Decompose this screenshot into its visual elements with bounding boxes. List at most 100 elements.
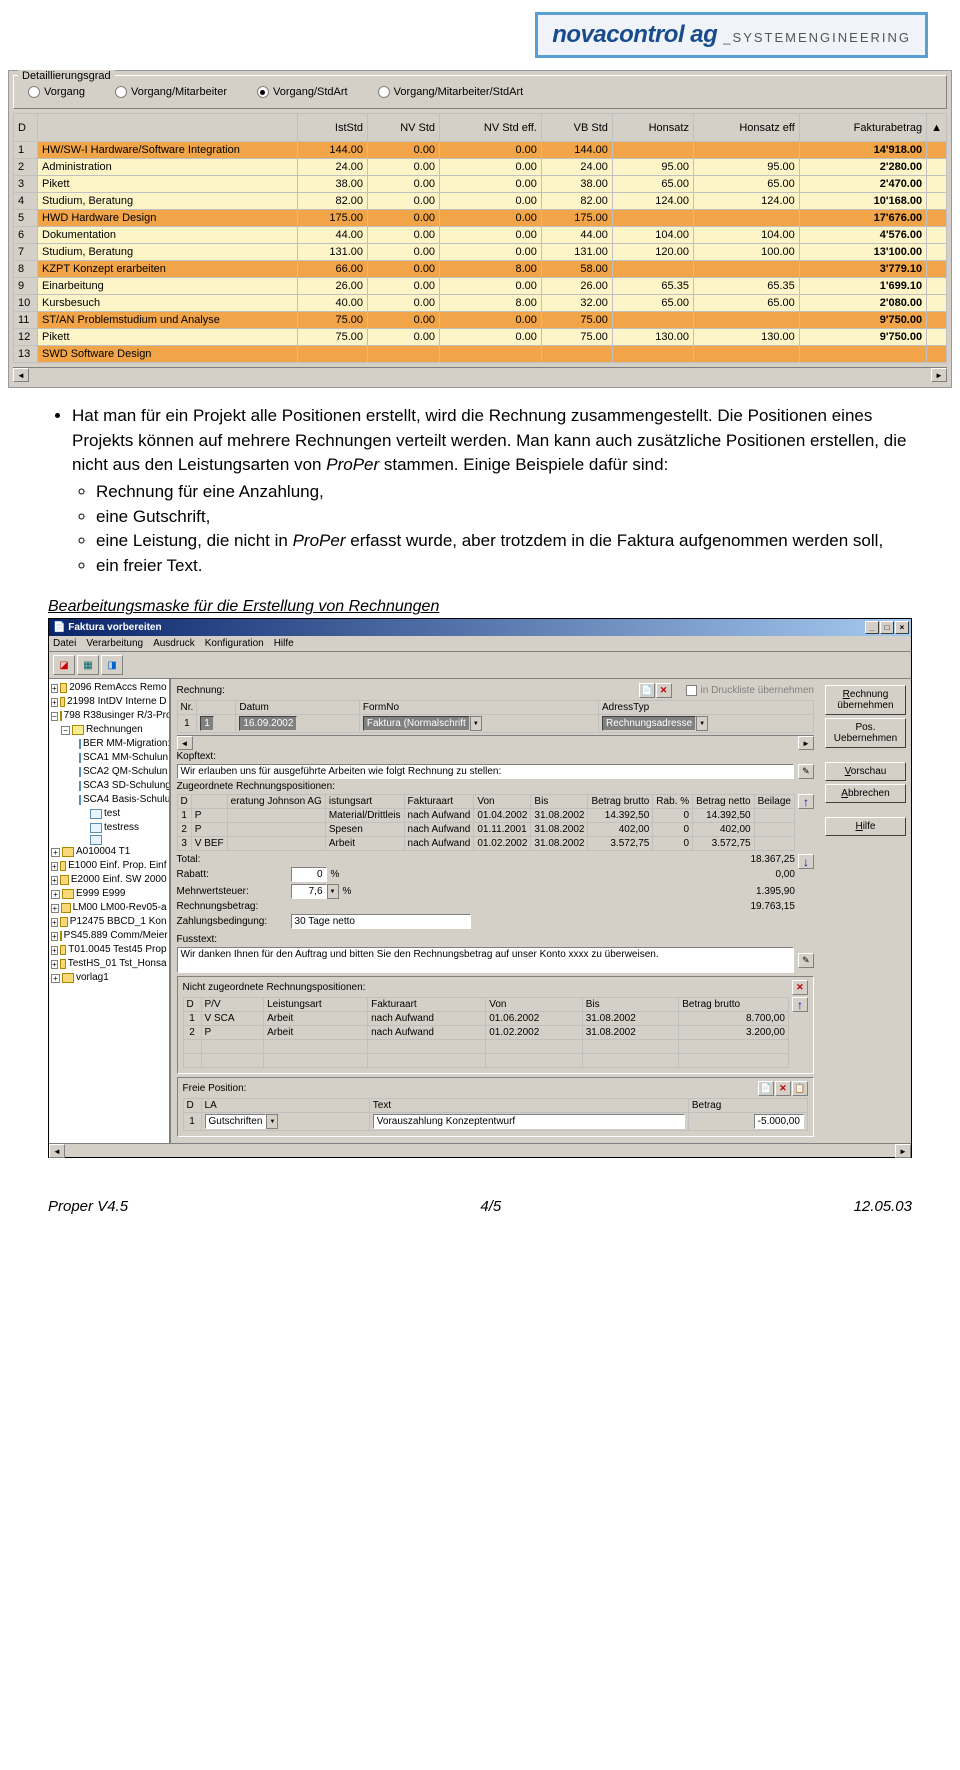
pos-uebernehmen-button[interactable]: Pos. Uebernehmen — [825, 718, 906, 748]
pos-table[interactable]: Deratung Johnson AGistungsartFakturaartV… — [177, 794, 795, 851]
radio-icon[interactable] — [28, 86, 40, 98]
col-header[interactable]: Text — [369, 1099, 688, 1113]
radio-icon[interactable] — [115, 86, 127, 98]
col-header[interactable]: NV Std eff. — [440, 114, 542, 142]
col-header[interactable]: Betrag brutto — [588, 795, 653, 809]
table-row[interactable]: 1PMaterial/Drittleisnach Aufwand01.04.20… — [177, 809, 794, 823]
tree-item[interactable]: +A010004 T1 — [49, 845, 169, 859]
fusstext-input[interactable]: Wir danken Ihnen für den Auftrag und bit… — [177, 947, 794, 973]
abbrechen-button[interactable]: Abbrechen — [825, 784, 906, 803]
col-header[interactable]: D — [14, 114, 38, 142]
maximize-icon[interactable]: □ — [880, 621, 894, 634]
expand-icon[interactable]: + — [51, 862, 58, 871]
menu-datei[interactable]: Datei — [53, 638, 76, 649]
tree-item[interactable]: SCA3 SD-Schulung — [49, 779, 169, 793]
tree-item[interactable]: SCA2 QM-Schulun — [49, 765, 169, 779]
kopftext-input[interactable]: Wir erlauben uns für ausgeführte Arbeite… — [177, 764, 794, 779]
scroll-up-icon[interactable]: ▲ — [927, 114, 947, 142]
radio-Vorgang/Mitarbeiter/StdArt[interactable]: Vorgang/Mitarbeiter/StdArt — [378, 86, 524, 98]
menu-verarbeitung[interactable]: Verarbeitung — [86, 638, 143, 649]
table-row[interactable]: 2PArbeitnach Aufwand01.02.200231.08.2002… — [183, 1026, 788, 1040]
col-header[interactable]: Von — [486, 998, 583, 1012]
rabatt-input[interactable]: 0 — [291, 867, 327, 882]
delete-icon[interactable]: ✕ — [792, 980, 808, 995]
table-row[interactable]: 2PSpesennach Aufwand01.11.200131.08.2002… — [177, 823, 794, 837]
dropdown-icon[interactable]: ▼ — [696, 716, 708, 731]
radio-Vorgang/StdArt[interactable]: Vorgang/StdArt — [257, 86, 348, 98]
expand-icon[interactable]: + — [51, 890, 60, 899]
tree-item[interactable]: +vorlag1 — [49, 971, 169, 985]
tree-item[interactable]: BER MM-Migration: — [49, 737, 169, 751]
freie-text[interactable]: Vorauszahlung Konzeptentwurf — [373, 1114, 685, 1129]
hdr-nr[interactable]: 1 — [200, 716, 214, 731]
col-header[interactable]: Bis — [582, 998, 679, 1012]
toolbar-btn3[interactable]: ◨ — [101, 655, 123, 675]
col-header[interactable]: Bis — [531, 795, 588, 809]
table-row[interactable] — [183, 1040, 788, 1054]
table-row[interactable] — [183, 1054, 788, 1068]
table-row[interactable]: 11ST/AN Problemstudium und Analyse75.000… — [14, 312, 947, 329]
col-header[interactable]: Honsatz eff — [693, 114, 799, 142]
copy-icon[interactable]: 📄 — [758, 1081, 774, 1096]
tree-item[interactable]: +TestHS_01 Tst_Honsa — [49, 957, 169, 971]
radio-Vorgang/Mitarbeiter[interactable]: Vorgang/Mitarbeiter — [115, 86, 227, 98]
col-header[interactable]: D — [183, 1099, 201, 1113]
freie-betrag[interactable]: -5.000,00 — [754, 1114, 804, 1129]
toolbar-btn2[interactable]: ▦ — [77, 655, 99, 675]
col-header[interactable]: Beilage — [754, 795, 794, 809]
expand-icon[interactable]: + — [51, 946, 58, 955]
menu-hilfe[interactable]: Hilfe — [274, 638, 294, 649]
col-header[interactable] — [38, 114, 298, 142]
tree-item[interactable]: +P12475 BBCD_1 Kon — [49, 915, 169, 929]
minimize-icon[interactable]: _ — [865, 621, 879, 634]
hdr-adr[interactable]: Rechnungsadresse — [602, 716, 696, 731]
tree-item[interactable]: testress — [49, 821, 169, 835]
col-header[interactable]: Honsatz — [612, 114, 693, 142]
table-row[interactable]: 2Administration24.000.000.0024.0095.0095… — [14, 159, 947, 176]
radio-icon[interactable] — [378, 86, 390, 98]
tree-item[interactable]: −798 R38usinger R/3-Projekt Businger AG — [49, 709, 169, 723]
paste-icon[interactable]: 📋 — [792, 1081, 808, 1096]
mwst-input[interactable]: 7,6 — [291, 884, 327, 899]
expand-icon[interactable]: + — [51, 876, 58, 885]
col-header[interactable]: Betrag — [688, 1099, 807, 1113]
rechnung-uebernehmen-button[interactable]: Rechnung übernehmen — [825, 685, 906, 715]
tree-item[interactable] — [49, 835, 169, 845]
table-row[interactable]: 10Kursbesuch40.000.008.0032.0065.0065.00… — [14, 295, 947, 312]
project-tree[interactable]: +2096 RemAccs Remo+21998 IntDV Interne D… — [49, 679, 171, 1143]
tree-item[interactable]: +E999 E999 — [49, 887, 169, 901]
hdr-form[interactable]: Faktura (Normalschrift — [363, 716, 470, 731]
edit-icon[interactable]: ✎ — [798, 764, 814, 779]
col-header[interactable] — [191, 795, 227, 809]
table-row[interactable]: 9Einarbeitung26.000.000.0026.0065.3565.3… — [14, 278, 947, 295]
col-header[interactable]: eratung Johnson AG — [227, 795, 325, 809]
delete-icon[interactable]: ✕ — [775, 1081, 791, 1096]
hilfe-button[interactable]: Hilfe — [825, 817, 906, 836]
expand-icon[interactable]: + — [51, 684, 58, 693]
radio-icon[interactable] — [257, 86, 269, 98]
col-header[interactable]: Von — [474, 795, 531, 809]
table-row[interactable]: 13SWD Software Design — [14, 346, 947, 363]
col-header[interactable]: VB Std — [541, 114, 612, 142]
druckliste-checkbox[interactable] — [686, 685, 697, 696]
tree-item[interactable]: +T01.0045 Test45 Prop — [49, 943, 169, 957]
col-header[interactable]: Rab. % — [653, 795, 693, 809]
close-icon[interactable]: × — [895, 621, 909, 634]
tree-item[interactable]: +E1000 Einf. Prop. Einf — [49, 859, 169, 873]
nz-table[interactable]: DP/VLeistungsartFakturaartVonBisBetrag b… — [183, 997, 789, 1068]
titlebar[interactable]: 📄 Faktura vorbereiten _ □ × — [49, 619, 911, 636]
expand-icon[interactable]: + — [51, 904, 59, 913]
tree-item[interactable]: SCA1 MM-Schulun — [49, 751, 169, 765]
vorschau-button[interactable]: Vorschau — [825, 762, 906, 781]
col-header[interactable]: D — [183, 998, 201, 1012]
dropdown-icon[interactable]: ▼ — [327, 884, 339, 899]
h-scrollbar[interactable]: ◄ ► — [13, 367, 947, 383]
move-down-icon[interactable]: ↓ — [798, 854, 814, 869]
expand-icon[interactable]: + — [51, 698, 58, 707]
tree-item[interactable]: +LM00 LM00-Rev05-a — [49, 901, 169, 915]
dropdown-icon[interactable]: ▼ — [470, 716, 482, 731]
move-up-icon[interactable]: ↑ — [792, 997, 808, 1012]
radio-Vorgang[interactable]: Vorgang — [28, 86, 85, 98]
freie-table[interactable]: DLATextBetrag 1 Gutschriften▼ Vorauszahl… — [183, 1098, 808, 1131]
table-row[interactable]: 8KZPT Konzept erarbeiten66.000.008.0058.… — [14, 261, 947, 278]
